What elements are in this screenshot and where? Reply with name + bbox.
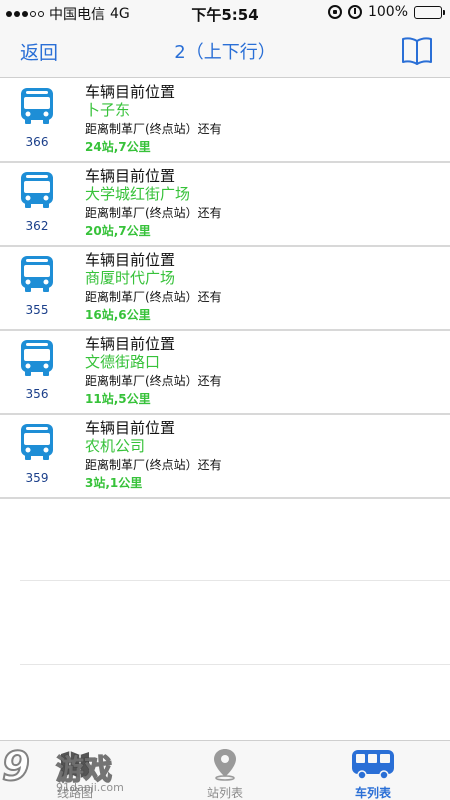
remaining-distance: 16站,6公里 — [85, 308, 151, 322]
navigation-bar: 返回 2（上下行） — [0, 26, 450, 78]
route-map-icon — [61, 751, 89, 778]
vehicle-list-item[interactable]: 356 车辆目前位置 文德街路口 距离制革厂(终点站）还有 11站,5公里 — [0, 331, 450, 415]
vehicle-location: 大学城红街广场 — [85, 185, 191, 203]
distance-label: 距离制革厂(终点站）还有 — [85, 458, 222, 472]
tab-label: 站列表 — [206, 786, 243, 800]
distance-label: 距离制革厂(终点站）还有 — [85, 206, 222, 220]
rotation-lock-icon — [327, 5, 342, 19]
bus-icon — [21, 340, 53, 376]
remaining-distance: 20站,7公里 — [85, 224, 151, 238]
vehicle-list-item[interactable]: 359 车辆目前位置 农机公司 距离制革厂(终点站）还有 3站,1公里 — [0, 415, 450, 499]
remaining-distance: 24站,7公里 — [85, 140, 151, 154]
vehicle-list-item[interactable]: 355 车辆目前位置 商厦时代广场 距离制革厂(终点站）还有 16站,6公里 — [0, 247, 450, 331]
tab-station-list[interactable]: 站列表 — [175, 741, 275, 800]
bus-icon — [21, 424, 53, 460]
vehicle-location: 文德街路口 — [85, 353, 161, 371]
tab-label: 线路图 — [56, 786, 93, 800]
bus-number: 362 — [25, 219, 49, 233]
status-bar: 中国电信 4G 下午5:54 100% — [0, 0, 450, 26]
back-button[interactable]: 返回 — [20, 38, 58, 65]
tab-bar: 线路图 站列表 车列表 — [0, 740, 450, 800]
tab-label: 车列表 — [354, 786, 391, 800]
tab-vehicle-list[interactable]: 车列表 — [323, 741, 423, 800]
tab-route-map[interactable]: 线路图 — [25, 741, 125, 800]
remaining-distance: 3站,1公里 — [85, 476, 143, 490]
bus-icon — [21, 88, 53, 124]
vehicle-list-item[interactable]: 366 车辆目前位置 卜子东 距离制革厂(终点站）还有 24站,7公里 — [0, 79, 450, 163]
location-pin-icon — [214, 749, 236, 781]
remaining-distance: 11站,5公里 — [85, 392, 151, 406]
battery-icon — [414, 5, 445, 19]
book-icon[interactable] — [400, 34, 434, 66]
distance-label: 距离制革厂(终点站）还有 — [85, 122, 222, 136]
alarm-icon — [347, 5, 362, 19]
vehicle-location: 卜子东 — [85, 101, 131, 119]
vehicle-list: 366 车辆目前位置 卜子东 距离制革厂(终点站）还有 24站,7公里 362 … — [0, 79, 450, 499]
bus-icon — [21, 172, 53, 208]
status-right: 100% — [327, 4, 445, 20]
bus-icon — [352, 750, 394, 780]
distance-label: 距离制革厂(终点站）还有 — [85, 374, 222, 388]
bus-number: 356 — [25, 387, 49, 401]
battery-percent: 100% — [367, 4, 408, 20]
empty-row-divider — [20, 580, 450, 581]
vehicle-list-item[interactable]: 362 车辆目前位置 大学城红街广场 距离制革厂(终点站）还有 20站,7公里 — [0, 163, 450, 247]
bus-number: 366 — [25, 135, 49, 149]
page-title: 2（上下行） — [174, 42, 276, 63]
empty-row-divider — [20, 664, 450, 665]
bus-number: 359 — [25, 471, 49, 485]
vehicle-location: 农机公司 — [85, 437, 146, 455]
bus-icon — [21, 256, 53, 292]
vehicle-location: 商厦时代广场 — [85, 269, 176, 287]
bus-number: 355 — [25, 303, 49, 317]
distance-label: 距离制革厂(终点站）还有 — [85, 290, 222, 304]
